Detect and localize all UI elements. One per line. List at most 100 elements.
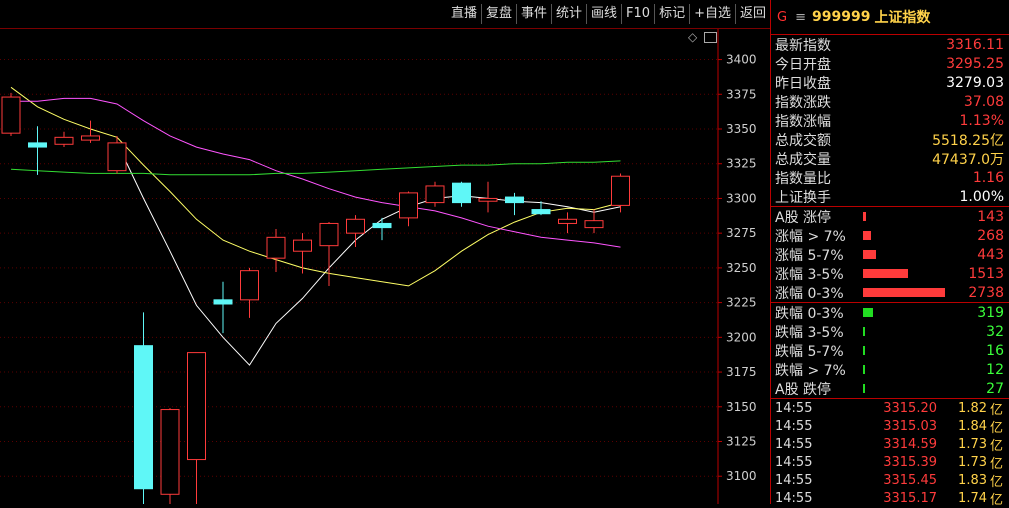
tick-row: 14:55 3315.17 1.74 亿 xyxy=(771,489,1009,508)
tick-unit: 亿 xyxy=(989,474,1003,490)
distribution-label: 涨幅 0-3% xyxy=(775,285,844,302)
distribution-row[interactable]: A股 跌停 27 xyxy=(771,379,1009,398)
stat-label: 最新指数 xyxy=(775,37,831,54)
menu-icon[interactable]: ≡ xyxy=(795,10,806,25)
candle-body xyxy=(240,270,259,301)
distribution-row[interactable]: 跌幅 5-7% 16 xyxy=(771,341,1009,360)
tick-unit: 亿 xyxy=(989,420,1003,436)
distribution-row[interactable]: 跌幅 > 7% 12 xyxy=(771,360,1009,379)
quote-header: G ≡ 999999 上证指数 xyxy=(771,0,1009,35)
distribution-row[interactable]: 跌幅 3-5% 32 xyxy=(771,322,1009,341)
draw-line-button[interactable]: 画线 xyxy=(586,4,621,24)
stats-list: 最新指数 3316.11 今日开盘 3295.25 昨日收盘 3279.03 指数涨跌 37.… xyxy=(771,35,1009,206)
distribution-label: 跌幅 > 7% xyxy=(775,362,846,379)
tick-time: 14:55 xyxy=(775,454,813,470)
stat-label: 总成交额 xyxy=(775,132,831,149)
distribution-label: A股 涨停 xyxy=(775,209,832,226)
distribution-label: 跌幅 5-7% xyxy=(775,343,844,360)
stat-value: 3279.03 xyxy=(946,74,1004,91)
candle-body xyxy=(531,209,551,215)
candle-body xyxy=(293,239,312,252)
y-tick-label: 3325 xyxy=(726,157,757,171)
distribution-count: 268 xyxy=(977,227,1004,244)
replay-button[interactable]: 复盘 xyxy=(480,4,516,24)
stat-value: 3295.25 xyxy=(946,55,1004,72)
distribution-count: 319 xyxy=(977,304,1004,321)
chart-toolbar: 直播 复盘 事件 统计 画线 F10 标记 +自选 返回 xyxy=(447,4,770,24)
candle-body xyxy=(81,135,100,141)
y-tick-label: 3175 xyxy=(726,365,757,379)
candle-body xyxy=(319,222,339,247)
distribution-row[interactable]: 涨幅 3-5% 1513 xyxy=(771,264,1009,283)
distribution-label: 跌幅 3-5% xyxy=(775,324,844,341)
distribution-row[interactable]: 涨幅 > 7% 268 xyxy=(771,226,1009,245)
candle-body xyxy=(160,409,180,495)
y-tick-label: 3250 xyxy=(726,261,757,275)
distribution-label: 涨幅 3-5% xyxy=(775,266,844,283)
candle-body xyxy=(452,182,471,204)
market-flag: G xyxy=(777,9,788,25)
candle-body xyxy=(54,136,74,145)
distribution-label: 跌幅 0-3% xyxy=(775,305,844,322)
mark-button[interactable]: 标记 xyxy=(654,4,689,24)
distribution-count: 1513 xyxy=(968,265,1004,282)
tick-price: 3315.39 xyxy=(883,454,937,470)
tick-unit: 亿 xyxy=(989,438,1003,454)
back-button[interactable]: 返回 xyxy=(734,4,770,24)
statistics-button[interactable]: 统计 xyxy=(551,4,586,24)
distribution-row[interactable]: 涨幅 5-7% 443 xyxy=(771,245,1009,264)
distribution-label: 涨幅 > 7% xyxy=(775,228,846,245)
tick-volume: 1.73 xyxy=(958,454,987,470)
distribution-bar xyxy=(863,346,865,355)
stat-value: 47437.0万 xyxy=(932,151,1004,168)
tick-row: 14:55 3315.39 1.73 亿 xyxy=(771,453,1009,472)
y-tick-label: 3100 xyxy=(726,469,757,483)
tick-row: 14:55 3315.03 1.84 亿 xyxy=(771,417,1009,436)
tick-time: 14:55 xyxy=(775,400,813,416)
quote-panel: G ≡ 999999 上证指数 最新指数 3316.11 今日开盘 3295.25 昨日… xyxy=(770,0,1009,508)
candle-body xyxy=(1,96,21,134)
tick-unit: 亿 xyxy=(989,402,1003,418)
stat-value: 5518.25亿 xyxy=(932,132,1004,149)
live-button[interactable]: 直播 xyxy=(447,4,481,24)
fall-distribution: 跌幅 0-3% 319 跌幅 3-5% 32 跌幅 5-7% 16 跌幅 > 7% 12 A股 … xyxy=(771,302,1009,398)
distribution-bar xyxy=(863,250,877,259)
distribution-count: 143 xyxy=(977,208,1004,225)
stat-label: 总成交量 xyxy=(775,151,831,168)
candle-body xyxy=(478,197,498,202)
stat-value: 1.00% xyxy=(959,188,1004,205)
stat-value: 37.08 xyxy=(963,93,1004,110)
distribution-count: 12 xyxy=(986,361,1004,378)
distribution-bar xyxy=(863,231,872,240)
tick-unit: 亿 xyxy=(989,456,1003,472)
tick-list: 14:55 3315.20 1.82 亿 14:55 3315.03 1.84 亿 14:55 3… xyxy=(771,398,1009,508)
candle-body xyxy=(107,142,127,172)
add-watchlist-button[interactable]: +自选 xyxy=(689,4,735,24)
rise-distribution: A股 涨停 143 涨幅 > 7% 268 涨幅 5-7% 443 涨幅 3-5% 1513 涨… xyxy=(771,206,1009,302)
candle-body xyxy=(346,218,365,234)
y-tick-label: 3275 xyxy=(726,226,757,240)
stat-value: 1.16 xyxy=(972,169,1004,186)
distribution-count: 16 xyxy=(986,342,1004,359)
f10-button[interactable]: F10 xyxy=(621,4,654,24)
distribution-count: 443 xyxy=(977,246,1004,263)
distribution-count: 27 xyxy=(986,380,1004,397)
distribution-row[interactable]: 涨幅 0-3% 2738 xyxy=(771,283,1009,302)
kline-chart[interactable]: 3100 3125 3150 3175 3200 3225 3250 3275 3300 3325… xyxy=(0,29,770,508)
events-button[interactable]: 事件 xyxy=(515,4,551,24)
candle-body xyxy=(187,352,206,461)
stat-label: 昨日收盘 xyxy=(775,75,831,92)
candle-body xyxy=(213,299,233,305)
tick-row: 14:55 3315.45 1.83 亿 xyxy=(771,471,1009,490)
tick-volume: 1.73 xyxy=(958,436,987,452)
stat-row: 指数量比 1.16 xyxy=(771,168,1009,187)
moving-average-line xyxy=(10,160,621,176)
distribution-row[interactable]: 跌幅 0-3% 319 xyxy=(771,303,1009,322)
y-tick-label: 3375 xyxy=(726,87,757,101)
tick-row: 14:55 3315.20 1.82 亿 xyxy=(771,399,1009,418)
stat-row: 指数涨幅 1.13% xyxy=(771,111,1009,130)
tick-volume: 1.83 xyxy=(958,472,987,488)
tick-row: 14:55 3314.59 1.73 亿 xyxy=(771,435,1009,454)
y-tick-label: 3300 xyxy=(726,191,757,205)
distribution-row[interactable]: A股 涨停 143 xyxy=(771,207,1009,226)
